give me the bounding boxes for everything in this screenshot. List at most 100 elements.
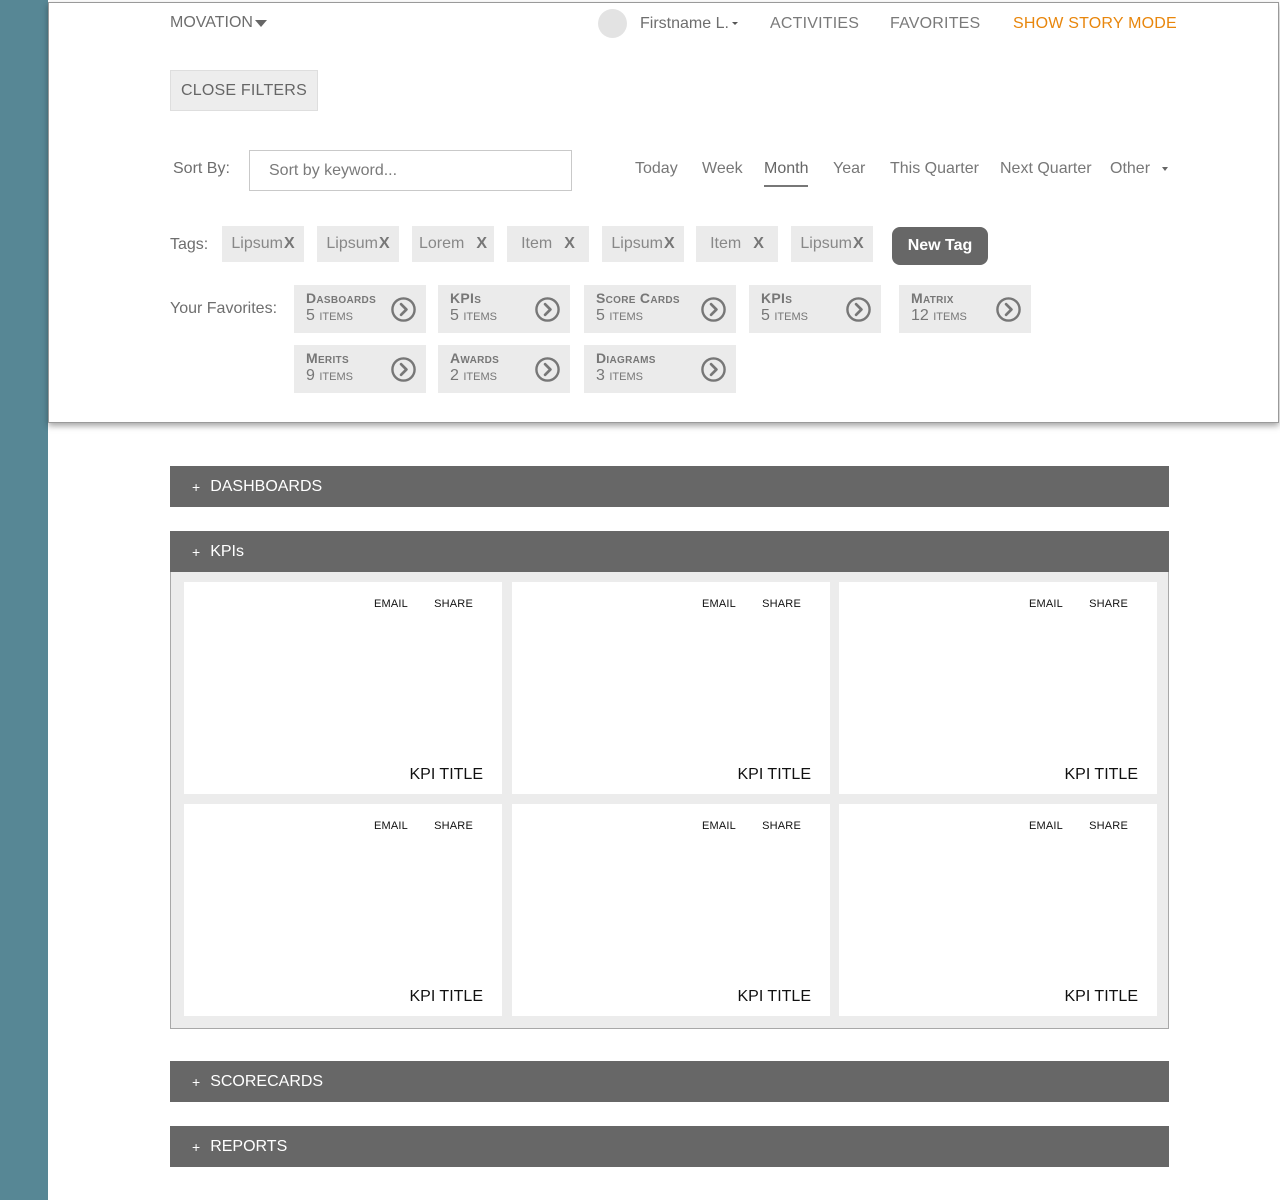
nav-activities[interactable]: ACTIVITIES	[770, 15, 859, 33]
favorite-count: 5 items	[596, 307, 643, 324]
email-link[interactable]: EMAIL	[374, 598, 408, 610]
chevron-circle-right-icon[interactable]	[700, 356, 727, 383]
side-strip	[0, 0, 48, 1200]
kpi-card[interactable]: EMAIL SHARE KPI TITLE	[184, 582, 502, 794]
favorite-title: Diagrams	[596, 350, 656, 366]
chevron-circle-right-icon[interactable]	[390, 356, 417, 383]
chevron-circle-right-icon[interactable]	[845, 296, 872, 323]
tag-remove-button[interactable]: X	[379, 235, 390, 253]
period-other-label: Other	[1110, 160, 1151, 177]
kpi-title: KPI TITLE	[1064, 988, 1138, 1005]
tag-label: Lipsum	[326, 235, 378, 252]
tag-label: Item	[521, 235, 553, 252]
tag-remove-button[interactable]: X	[853, 235, 864, 253]
share-link[interactable]: SHARE	[762, 820, 801, 832]
share-link[interactable]: SHARE	[1089, 598, 1128, 610]
caret-down-icon	[731, 22, 738, 26]
favorite-count: 5 items	[761, 307, 808, 324]
tag-chip: Item X	[696, 226, 778, 262]
user-name: Firstname L.	[640, 15, 729, 32]
favorite-title: Awards	[450, 350, 500, 366]
section-reports-header[interactable]: + REPORTS	[170, 1126, 1169, 1167]
avatar[interactable]	[598, 9, 627, 38]
section-scorecards-header[interactable]: + SCORECARDS	[170, 1061, 1169, 1102]
chevron-circle-right-icon[interactable]	[390, 296, 417, 323]
tag-label: Item	[710, 235, 742, 252]
kpi-card[interactable]: EMAIL SHARE KPI TITLE	[512, 582, 830, 794]
favorite-item[interactable]: Score Cards 5 items	[584, 285, 736, 333]
kpi-card[interactable]: EMAIL SHARE KPI TITLE	[839, 582, 1157, 794]
brand-menu[interactable]: MOVATION	[170, 14, 267, 32]
favorite-title: Score Cards	[596, 290, 680, 306]
favorite-title: KPIs	[450, 290, 482, 306]
nav-favorites[interactable]: FAVORITES	[890, 15, 980, 33]
tag-chip: Lipsum X	[602, 226, 684, 262]
caret-down-icon	[254, 19, 267, 27]
chevron-circle-right-icon[interactable]	[700, 296, 727, 323]
section-kpis-header[interactable]: + KPIs	[170, 531, 1169, 572]
kpi-panel: EMAIL SHARE KPI TITLE EMAIL SHARE KPI TI…	[170, 572, 1169, 1029]
period-this-quarter[interactable]: This Quarter	[890, 160, 979, 178]
tag-label: Lorem	[418, 235, 465, 252]
user-menu[interactable]: Firstname L.	[640, 15, 738, 33]
tag-remove-button[interactable]: X	[284, 235, 295, 253]
kpi-card[interactable]: EMAIL SHARE KPI TITLE	[839, 804, 1157, 1016]
period-week[interactable]: Week	[702, 160, 743, 178]
tag-chip: Item X	[507, 226, 589, 262]
period-today[interactable]: Today	[635, 160, 678, 178]
period-year[interactable]: Year	[833, 160, 865, 178]
favorite-count: 9 items	[306, 367, 353, 384]
period-other-dropdown[interactable]: Other	[1110, 160, 1169, 178]
sort-keyword-input[interactable]	[249, 150, 572, 191]
favorite-item[interactable]: Merits 9 items	[294, 345, 426, 393]
email-link[interactable]: EMAIL	[702, 820, 736, 832]
tags-label: Tags:	[170, 236, 209, 253]
favorite-count: 3 items	[596, 367, 643, 384]
email-link[interactable]: EMAIL	[1029, 820, 1063, 832]
period-month[interactable]: Month	[764, 160, 809, 187]
brand-name: MOVATION	[170, 14, 253, 31]
plus-icon: +	[192, 478, 201, 495]
chevron-circle-right-icon[interactable]	[995, 296, 1022, 323]
tag-remove-button[interactable]: X	[664, 235, 675, 253]
section-title: SCORECARDS	[210, 1072, 324, 1090]
tag-remove-button[interactable]: X	[476, 235, 487, 253]
favorite-count: 5 items	[306, 307, 353, 324]
share-link[interactable]: SHARE	[762, 598, 801, 610]
plus-icon: +	[192, 543, 201, 560]
kpi-title: KPI TITLE	[409, 766, 483, 783]
favorite-item[interactable]: Diagrams 3 items	[584, 345, 736, 393]
kpi-card[interactable]: EMAIL SHARE KPI TITLE	[184, 804, 502, 1016]
section-dashboards-header[interactable]: + DASHBOARDS	[170, 466, 1169, 507]
tag-remove-button[interactable]: X	[753, 235, 764, 253]
favorites-label: Your Favorites:	[170, 300, 278, 317]
filter-panel: MOVATION Firstname L. ACTIVITIES FAVORIT…	[48, 2, 1279, 423]
new-tag-button[interactable]: New Tag	[892, 227, 988, 265]
email-link[interactable]: EMAIL	[374, 820, 408, 832]
sort-label: Sort By:	[173, 160, 230, 177]
share-link[interactable]: SHARE	[434, 598, 473, 610]
kpi-card[interactable]: EMAIL SHARE KPI TITLE	[512, 804, 830, 1016]
favorite-item[interactable]: KPIs 5 items	[749, 285, 881, 333]
chevron-circle-right-icon[interactable]	[534, 356, 561, 383]
period-next-quarter[interactable]: Next Quarter	[1000, 160, 1092, 178]
caret-down-icon	[1162, 166, 1169, 171]
favorite-item[interactable]: Matrix 12 items	[899, 285, 1031, 333]
email-link[interactable]: EMAIL	[1029, 598, 1063, 610]
kpi-title: KPI TITLE	[1064, 766, 1138, 783]
email-link[interactable]: EMAIL	[702, 598, 736, 610]
favorite-item[interactable]: Dasboards 5 items	[294, 285, 426, 333]
favorite-item[interactable]: Awards 2 items	[438, 345, 570, 393]
tag-remove-button[interactable]: X	[564, 235, 575, 253]
share-link[interactable]: SHARE	[1089, 820, 1128, 832]
close-filters-button[interactable]: CLOSE FILTERS	[170, 70, 318, 111]
show-story-mode-link[interactable]: SHOW STORY MODE	[1013, 15, 1177, 33]
favorite-title: KPIs	[761, 290, 793, 306]
tag-label: Lipsum	[800, 235, 852, 252]
share-link[interactable]: SHARE	[434, 820, 473, 832]
tag-label: Lipsum	[231, 235, 283, 252]
favorite-item[interactable]: KPIs 5 items	[438, 285, 570, 333]
tag-chip: Lorem X	[412, 226, 494, 262]
chevron-circle-right-icon[interactable]	[534, 296, 561, 323]
section-title: DASHBOARDS	[210, 477, 323, 495]
